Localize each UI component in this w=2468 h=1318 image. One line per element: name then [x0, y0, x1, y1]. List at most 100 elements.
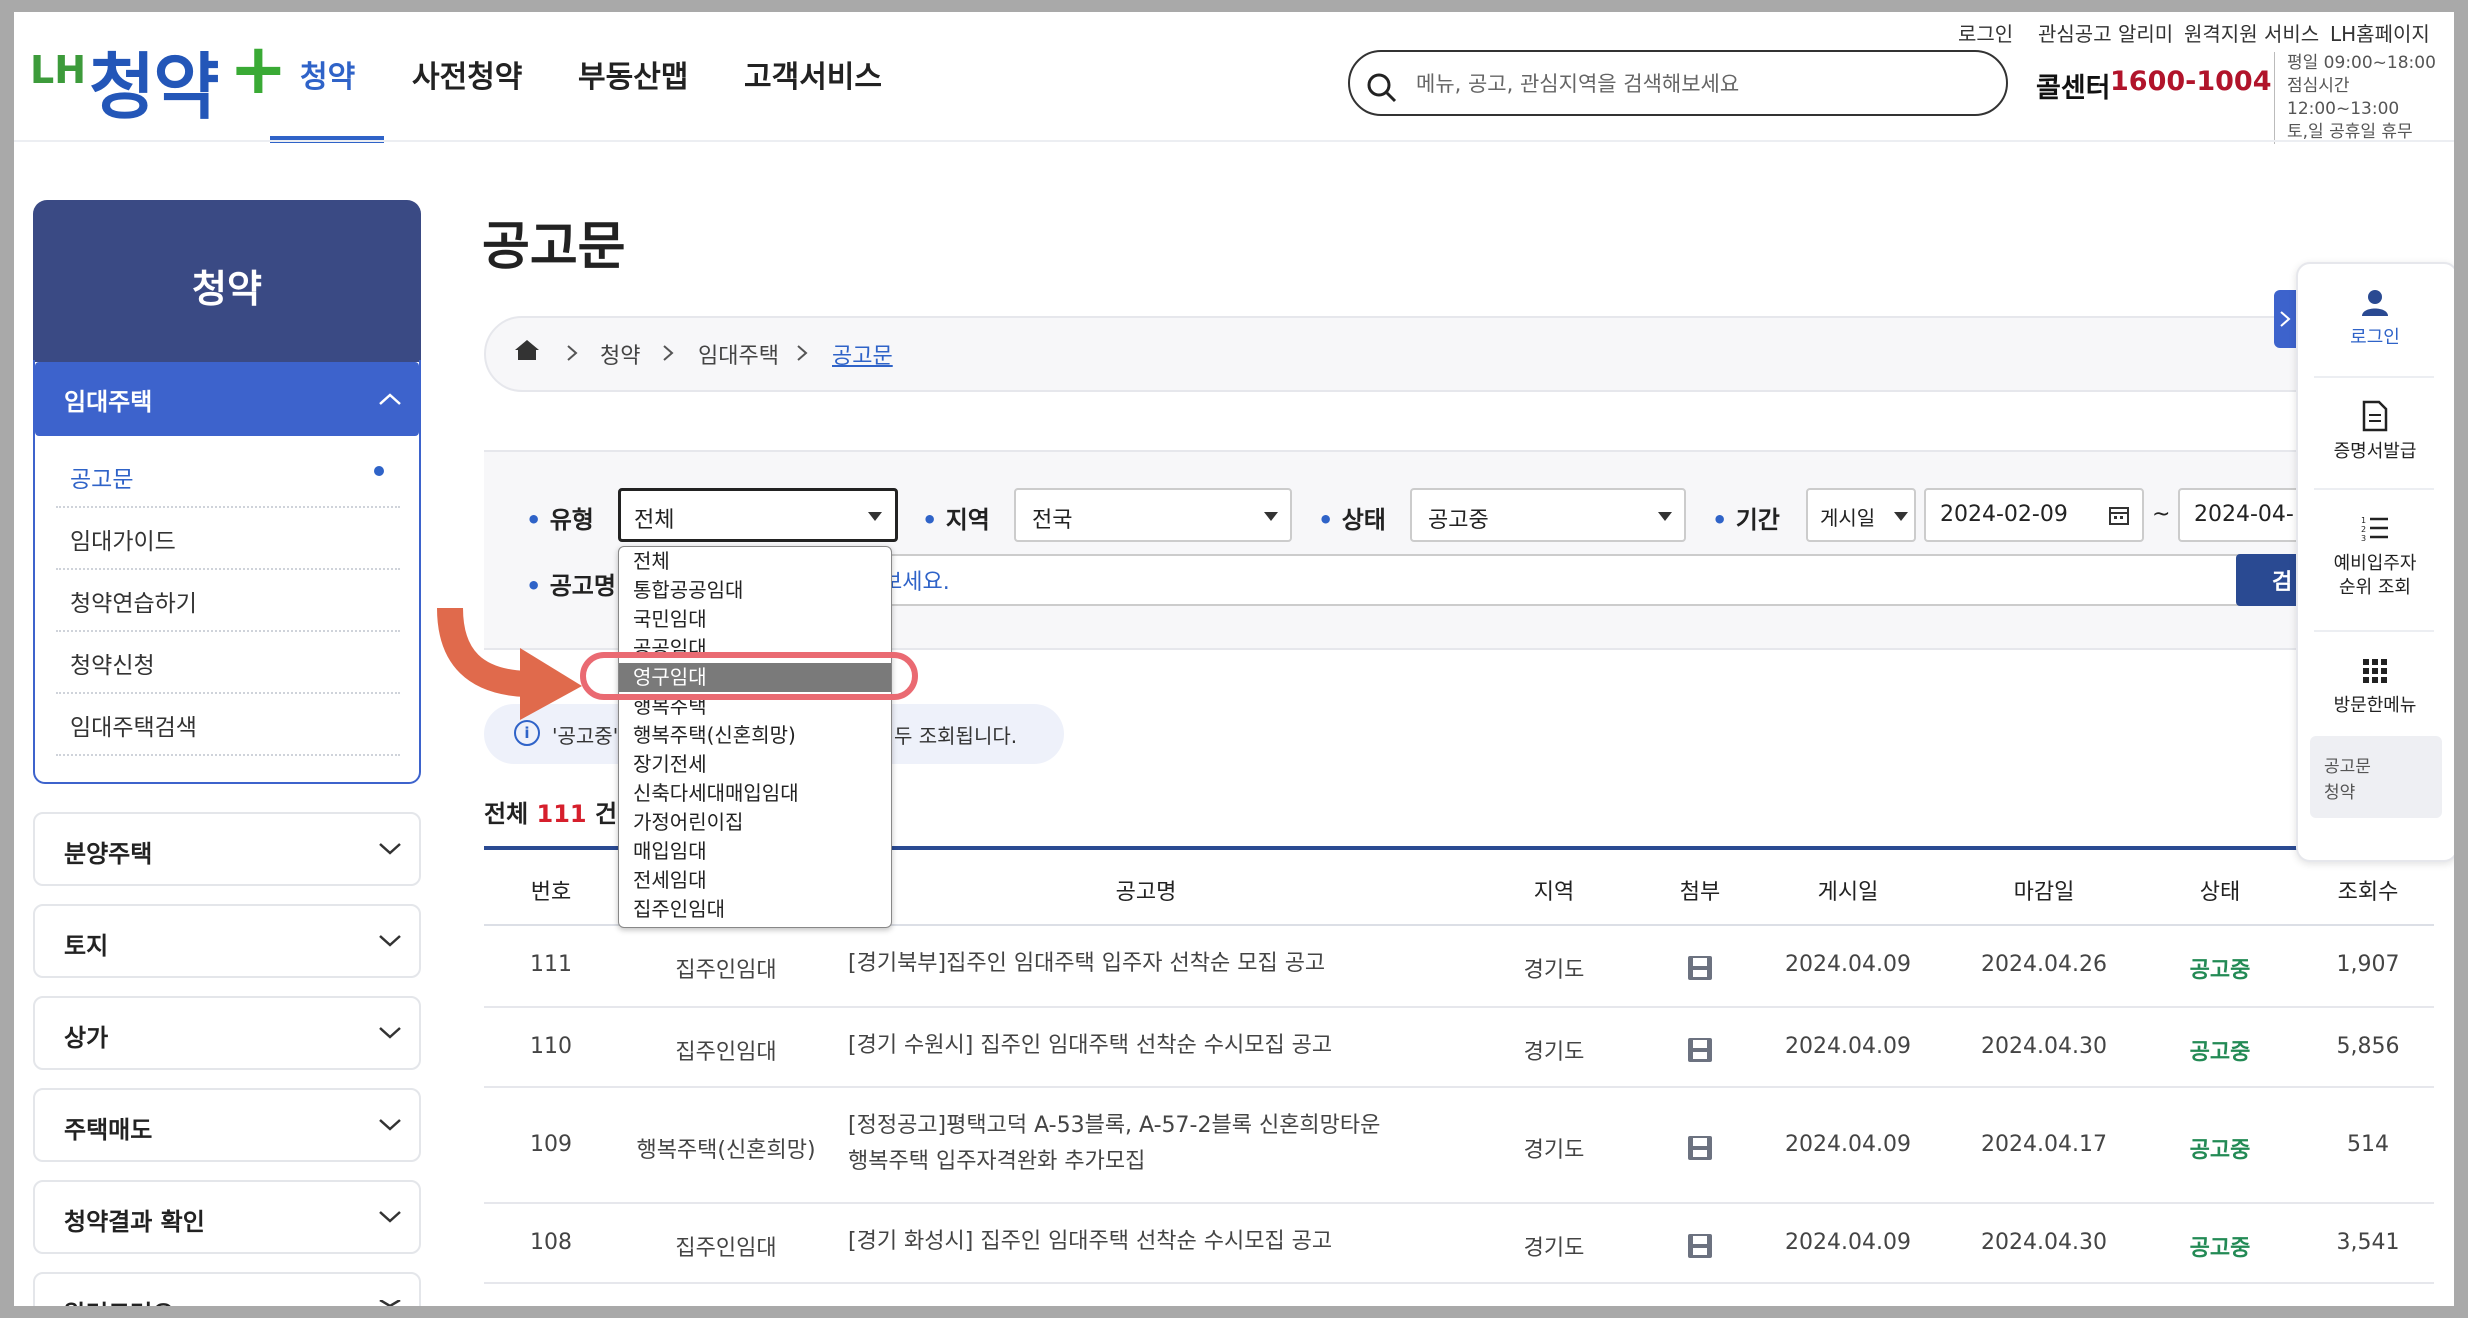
info-icon: i: [514, 720, 540, 746]
chevron-right-icon: [2280, 311, 2291, 327]
date-separator: ~: [2152, 502, 2171, 527]
attachment-icon[interactable]: [1686, 1036, 1714, 1064]
attachment-icon[interactable]: [1686, 1134, 1714, 1162]
sidebar-sub-separator: [56, 568, 400, 570]
logo-plus[interactable]: +: [229, 28, 288, 110]
document-icon[interactable]: [2362, 400, 2388, 432]
calendar-icon[interactable]: [2108, 504, 2130, 526]
dropdown-option[interactable]: 가정어린이집: [619, 808, 891, 837]
cell-region: 경기도: [1523, 1236, 1585, 1261]
quick-visited-menu[interactable]: 방문한메뉴: [2300, 694, 2450, 718]
util-login[interactable]: 로그인: [1958, 18, 2013, 47]
filter-status-label: • 상태: [1318, 506, 1386, 534]
row-divider: [484, 1006, 2434, 1008]
home-icon[interactable]: [514, 338, 540, 362]
chevron-down-icon[interactable]: [378, 1300, 402, 1306]
dropdown-option[interactable]: 장기전세: [619, 750, 891, 779]
page: LH 청약 + 청약 사전청약 부동산맵 고객서비스 로그인 관심공고 알리미 …: [14, 12, 2454, 1306]
chevron-down-icon[interactable]: [378, 1210, 402, 1224]
filter-period-label: • 기간: [1712, 506, 1780, 534]
sidebar-sub-rental-guide[interactable]: 임대가이드: [70, 522, 176, 556]
search-input[interactable]: 메뉴, 공고, 관심지역을 검색해보세요: [1416, 68, 1739, 98]
th-attachment: 첨부: [1679, 880, 1721, 905]
gnb-pre-subscription[interactable]: 사전청약: [412, 52, 522, 96]
dropdown-option[interactable]: 집주인임대: [619, 895, 891, 924]
sidebar-sub-apply[interactable]: 청약신청: [70, 646, 155, 680]
sidebar-item-rental-housing-label: 임대주택: [64, 388, 153, 416]
notice-text-1: '공고중',: [552, 724, 625, 748]
quick-certificate[interactable]: 증명서발급: [2300, 440, 2450, 464]
attachment-icon[interactable]: [1686, 954, 1714, 982]
gnb-cheongyak[interactable]: 청약: [300, 52, 355, 96]
sidebar-item-label: 주택매도: [64, 1116, 153, 1144]
cell-title-link-line2[interactable]: 행복주택 입주자격완화 추가모집: [848, 1144, 1145, 1180]
call-center-number: 1600-1004: [2110, 66, 2272, 97]
dropdown-option[interactable]: 행복주택(신혼희망): [619, 721, 891, 750]
quick-recent-item[interactable]: 공고문: [2324, 752, 2371, 777]
sidebar-sub-practice[interactable]: 청약연습하기: [70, 584, 197, 618]
chevron-down-icon[interactable]: [378, 842, 402, 856]
util-lh-home[interactable]: LH홈페이지: [2330, 18, 2430, 47]
dropdown-option[interactable]: 신축다세대매입임대: [619, 779, 891, 808]
quick-recent-box[interactable]: [2310, 736, 2442, 818]
cell-number: 109: [530, 1132, 572, 1157]
gnb-customer-service[interactable]: 고객서비스: [744, 52, 882, 96]
breadcrumb-item[interactable]: 임대주택: [698, 338, 779, 370]
sidebar-sub-notice[interactable]: 공고문: [70, 460, 133, 494]
quick-waitlist-line2: 순위 조회: [2339, 577, 2411, 598]
search-button-label: 검: [2272, 570, 2293, 595]
util-alert[interactable]: 관심공고 알리미: [2038, 18, 2173, 47]
sidebar-item-label: 분양주택: [64, 840, 153, 868]
cell-number: 111: [530, 952, 572, 977]
sidebar-sub-search[interactable]: 임대주택검색: [70, 708, 197, 742]
call-center-hours: 평일 09:00~18:00 점심시간 12:00~13:00 토,일 공휴일 …: [2274, 52, 2454, 144]
attachment-icon[interactable]: [1686, 1232, 1714, 1260]
dropdown-option[interactable]: 국민임대: [619, 605, 891, 634]
quick-login[interactable]: 로그인: [2300, 326, 2450, 350]
chevron-down-icon[interactable]: [378, 1118, 402, 1132]
dropdown-option[interactable]: 매입임대: [619, 837, 891, 866]
cell-region: 경기도: [1523, 1138, 1585, 1163]
user-icon[interactable]: [2360, 288, 2390, 318]
cell-number: 110: [530, 1034, 572, 1059]
grid-icon[interactable]: [2362, 658, 2388, 684]
keyword-placeholder: 보세요.: [882, 570, 950, 595]
logo-main[interactable]: 청약: [89, 28, 219, 133]
util-remote-support[interactable]: 원격지원 서비스: [2184, 18, 2319, 47]
cell-views: 3,541: [2336, 1230, 2400, 1255]
breadcrumb-item[interactable]: 청약: [600, 338, 640, 370]
chevron-down-icon: [1894, 512, 1908, 521]
th-number: 번호: [530, 880, 572, 905]
chevron-down-icon[interactable]: [378, 934, 402, 948]
row-divider: [484, 1202, 2434, 1204]
chevron-down-icon[interactable]: [378, 1026, 402, 1040]
cell-title-link[interactable]: [경기 화성시] 집주인 임대주택 선착순 수시모집 공고: [848, 1224, 1332, 1260]
cell-number: 108: [530, 1230, 572, 1255]
list-icon[interactable]: 123: [2360, 514, 2390, 542]
arrow-annotation: [437, 607, 582, 720]
quick-recent-item[interactable]: 청약: [2324, 778, 2355, 803]
quick-divider: [2314, 488, 2434, 490]
chevron-up-icon[interactable]: [378, 392, 402, 406]
sidebar-item-label: 알려드려요: [64, 1294, 174, 1306]
cell-title-link[interactable]: [경기 수원시] 집주인 임대주택 선착순 수시모집 공고: [848, 1028, 1332, 1064]
svg-text:2: 2: [2361, 525, 2366, 534]
search-icon[interactable]: [1366, 72, 1398, 104]
cell-views: 514: [2347, 1132, 2389, 1157]
cell-posted: 2024.04.09: [1785, 1034, 1911, 1059]
quick-divider: [2314, 376, 2434, 378]
sidebar-item-label: 청약결과 확인: [64, 1208, 205, 1236]
cell-title-link[interactable]: [정정공고]평택고덕 A-53블록, A-57-2블록 신혼희망타운: [848, 1108, 1380, 1144]
cell-title-link[interactable]: [경기북부]집주인 임대주택 입주자 선착순 모집 공고: [848, 946, 1325, 982]
sidebar-title: 청약: [192, 267, 262, 311]
gnb-real-estate-map[interactable]: 부동산맵: [578, 52, 688, 96]
dropdown-option[interactable]: 전체: [619, 547, 891, 576]
quick-waitlist[interactable]: 예비입주자 순위 조회: [2300, 552, 2450, 600]
sidebar-sub-separator: [56, 692, 400, 694]
breadcrumb-current[interactable]: 공고문: [832, 338, 893, 370]
dropdown-option[interactable]: 통합공공임대: [619, 576, 891, 605]
dropdown-option[interactable]: 전세임대: [619, 866, 891, 895]
logo-lh[interactable]: LH: [30, 48, 86, 92]
notice-text-2: 두 조회됩니다.: [894, 724, 1018, 748]
cell-region: 경기도: [1523, 1040, 1585, 1065]
